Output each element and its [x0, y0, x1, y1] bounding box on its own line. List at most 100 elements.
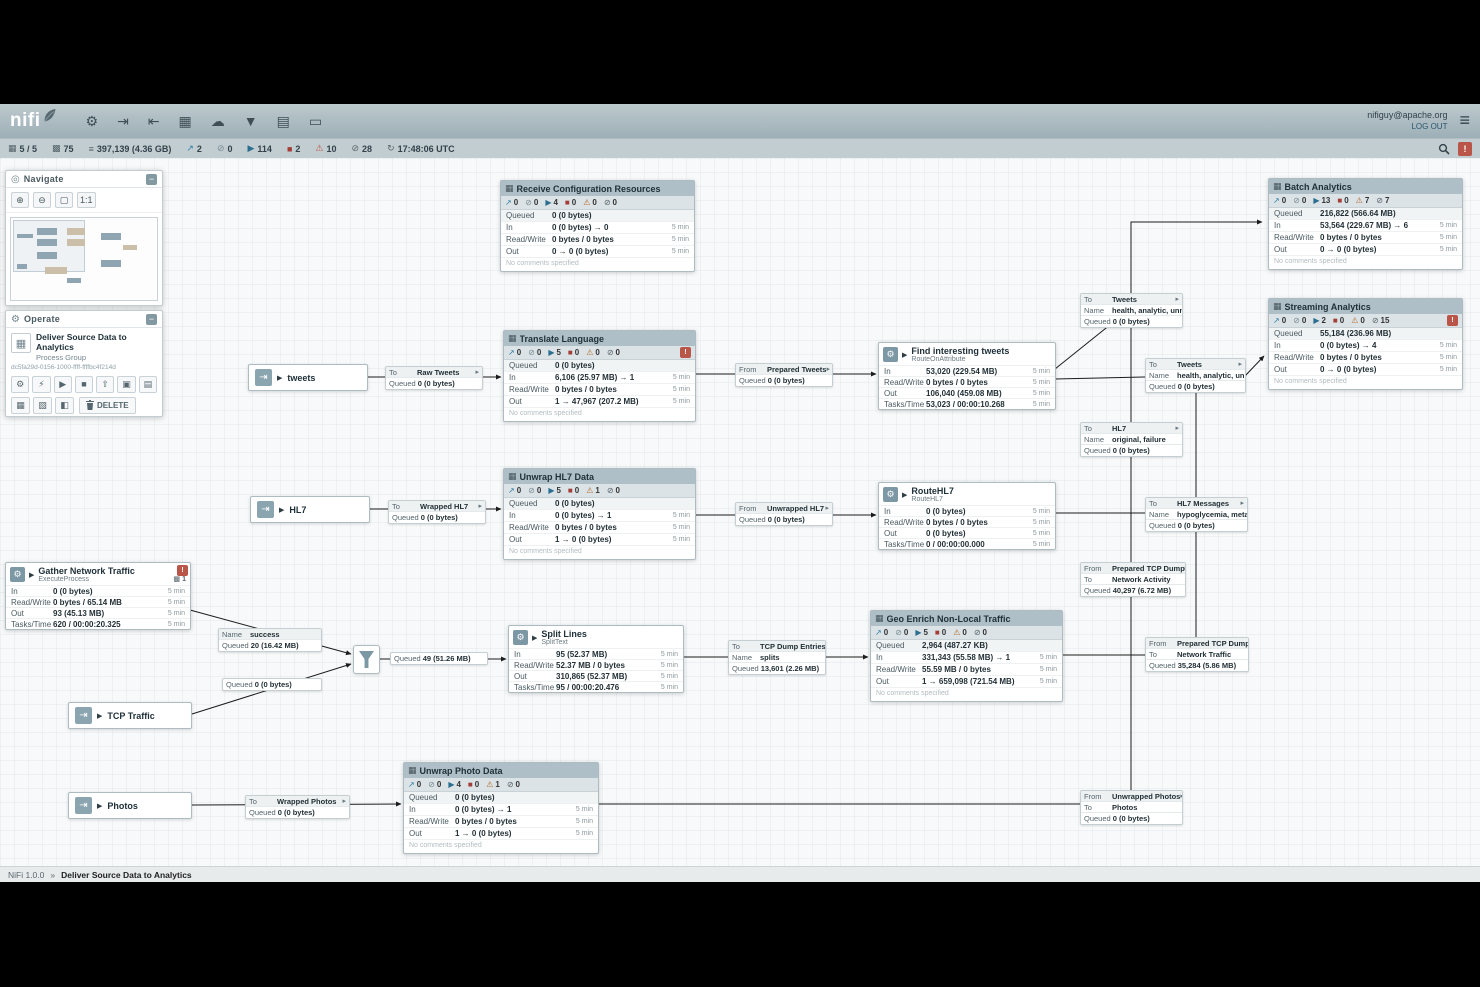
expand-icon[interactable]: ▸	[1238, 360, 1242, 368]
stat-transmitting: ↗0	[1273, 196, 1286, 205]
zoom-actual-button[interactable]: 1:1	[77, 192, 96, 208]
connection-label-tcp-queue[interactable]: Queued0 (0 bytes)	[222, 678, 322, 691]
search-button[interactable]	[1438, 143, 1450, 155]
connection-label-funnel-queue[interactable]: Queued49 (51.26 MB)	[390, 652, 488, 665]
configure-button[interactable]: ⚙	[11, 376, 29, 393]
zoom-out-button[interactable]: ⊖	[33, 192, 51, 208]
input-port-hl7[interactable]: ⇥▶HL7	[250, 496, 370, 523]
connection-label-to-wrapped-photos[interactable]: ToWrapped Photos▸Queued0 (0 bytes)	[245, 795, 350, 819]
global-menu-button[interactable]: ≡	[1459, 110, 1470, 131]
connection-detail-key: Queued	[394, 654, 421, 663]
process-group-streaming-analytics[interactable]: ▦Streaming Analytics↗0⊘0▶2■0⚠0⊘15!Queued…	[1268, 298, 1463, 390]
stat-value: 53,023 / 00:00:10.268	[926, 400, 1029, 409]
connection-label-prepared-tcp-network-activity[interactable]: FromPrepared TCP Dump▸ToNetwork Activity…	[1080, 562, 1186, 597]
connection-detail-row: ToTweets▸	[1146, 359, 1245, 370]
connection-detail-value: 0 (0 bytes)	[278, 808, 315, 817]
bulletin-icon[interactable]: !	[680, 347, 691, 358]
connection-detail-row: Queued0 (0 bytes)	[1146, 520, 1247, 531]
funnel-icon[interactable]: ▼	[244, 114, 258, 128]
output-port-icon[interactable]: ⇤	[148, 114, 160, 128]
connection-label-from-prepared-tweets[interactable]: FromPrepared Tweets▸Queued0 (0 bytes)	[735, 363, 833, 387]
connection-detail-key: Queued	[1084, 317, 1111, 326]
connection-detail-row: FromPrepared Tweets▸	[736, 364, 832, 375]
connection-detail-value: 0 (0 bytes)	[1178, 521, 1215, 530]
logout-link[interactable]: LOG OUT	[1367, 122, 1447, 132]
expand-icon[interactable]: ▸	[826, 365, 830, 373]
processor-gather-network-traffic[interactable]: ⚙▶Gather Network TrafficExecuteProcess!▩…	[5, 562, 191, 630]
connection-detail-value: 0 (0 bytes)	[255, 680, 292, 689]
process-group-icon[interactable]: ▦	[179, 114, 192, 128]
connection-label-to-hl7[interactable]: ToHL7▸Nameoriginal, failureQueued0 (0 by…	[1080, 422, 1183, 457]
start-button[interactable]: ▶	[54, 376, 72, 393]
connection-detail-row: Queued0 (0 bytes)	[389, 512, 485, 523]
connection-label-from-unwrapped-photos[interactable]: FromUnwrapped Photos▸ToPhotosQueued0 (0 …	[1080, 790, 1183, 825]
expand-icon[interactable]: ▸	[342, 797, 346, 805]
fill-color-button[interactable]: ◧	[55, 397, 74, 414]
stat-label: In	[876, 653, 922, 662]
expand-icon[interactable]: ▸	[478, 502, 482, 510]
stat-row-out: Out1 → 47,967 (207.2 MB)5 min	[504, 396, 695, 408]
minimap[interactable]	[10, 217, 158, 301]
ungroup-button[interactable]: ▧	[33, 397, 52, 414]
process-group-translate-language[interactable]: ▦Translate Language↗0⊘0▶5■0⚠0⊘0!Queued0 …	[503, 330, 696, 422]
zoom-in-button[interactable]: ⊕	[11, 192, 29, 208]
processor-routehl7[interactable]: ⚙▶RouteHL7RouteHL7In0 (0 bytes)5 minRead…	[878, 482, 1056, 550]
zoom-fit-button[interactable]: ▢	[55, 192, 73, 208]
stat-row-readwrite: Read/Write0 bytes / 0 bytes5 min	[1269, 232, 1462, 244]
breadcrumb-current[interactable]: Deliver Source Data to Analytics	[61, 870, 192, 880]
navigate-collapse-button[interactable]: −	[146, 174, 157, 185]
expand-icon[interactable]: ▸	[1175, 424, 1179, 432]
input-port-tcp-traffic[interactable]: ⇥▶TCP Traffic	[68, 702, 192, 729]
template-icon[interactable]: ▤	[277, 114, 290, 128]
input-port-photos[interactable]: ⇥▶Photos	[68, 792, 192, 819]
input-port-tweets[interactable]: ⇥▶tweets	[248, 364, 368, 391]
processor-find-interesting-tweets[interactable]: ⚙▶Find interesting tweetsRouteOnAttribut…	[878, 342, 1056, 410]
process-group-header: ▦Unwrap HL7 Data	[504, 469, 695, 484]
connection-line[interactable]	[1245, 356, 1264, 376]
stat-time-window: 5 min	[168, 610, 185, 617]
process-group-geo-enrich-non-local-traffic[interactable]: ▦Geo Enrich Non-Local Traffic↗0⊘0▶5■0⚠0⊘…	[870, 610, 1063, 702]
input-port-icon[interactable]: ⇥	[117, 114, 129, 128]
connection-label-to-tweets-streaming[interactable]: ToTweets▸Namehealth, analytic, unmatched…	[1145, 358, 1246, 393]
process-group-batch-analytics[interactable]: ▦Batch Analytics↗0⊘0▶13■0⚠7⊘7Queued216,8…	[1268, 178, 1463, 270]
group-button[interactable]: ▦	[11, 397, 30, 414]
bulletin-board-button[interactable]: !	[1458, 142, 1472, 156]
expand-icon[interactable]: ▸	[1180, 792, 1182, 800]
expand-icon[interactable]: ▸	[475, 368, 479, 376]
process-group-receive-configuration-resources[interactable]: ▦Receive Configuration Resources↗0⊘0▶4■0…	[500, 180, 695, 272]
label-icon[interactable]: ▭	[309, 114, 322, 128]
connection-label-from-unwrapped-hl7[interactable]: FromUnwrapped HL7▸Queued0 (0 bytes)	[735, 502, 833, 526]
process-group-name: Geo Enrich Non-Local Traffic	[887, 614, 1011, 624]
stat-value: 95 (52.37 MB)	[556, 650, 657, 659]
copy-button[interactable]: ▣	[117, 376, 135, 393]
delete-button[interactable]: DELETE	[79, 397, 136, 414]
navigate-panel-header: ◎ Navigate −	[6, 171, 162, 188]
connection-label-to-wrapped-hl7[interactable]: ToWrapped HL7▸Queued0 (0 bytes)	[388, 500, 486, 524]
stat-row-queued: Queued2,964 (487.27 KB)	[871, 640, 1062, 652]
process-group-unwrap-photo-data[interactable]: ▦Unwrap Photo Data↗0⊘0▶4■0⚠1⊘0Queued0 (0…	[403, 762, 599, 854]
expand-icon[interactable]: ▸	[1240, 499, 1244, 507]
connection-label-to-tweets-batch[interactable]: ToTweets▸Namehealth, analytic, unmatched…	[1080, 293, 1183, 328]
enable-button[interactable]: ⚡	[32, 376, 50, 393]
create-template-button[interactable]: ⇧	[96, 376, 114, 393]
connection-label-to-raw-tweets[interactable]: ToRaw Tweets▸Queued0 (0 bytes)	[385, 366, 483, 390]
stat-running-count: 5	[556, 348, 560, 357]
flow-canvas[interactable]: ▦Receive Configuration Resources↗0⊘0▶4■0…	[0, 158, 1480, 866]
connection-label-to-tcp-dump-entries[interactable]: ToTCP Dump Entries▸NamesplitsQueued13,60…	[728, 640, 826, 675]
operate-collapse-button[interactable]: −	[146, 314, 157, 325]
stop-button[interactable]: ■	[75, 376, 93, 393]
connection-label-prepared-tcp-network-traffic[interactable]: FromPrepared TCP Dump▸ToNetwork TrafficQ…	[1145, 637, 1249, 672]
expand-icon[interactable]: ▸	[825, 504, 829, 512]
processor-icon[interactable]: ⚙	[86, 114, 99, 128]
connection-label-to-hl7-messages[interactable]: ToHL7 Messages▸Namehypoglycemia, metabol…	[1145, 497, 1248, 532]
paste-button[interactable]: ▤	[139, 376, 157, 393]
processor-split-lines[interactable]: ⚙▶Split LinesSplitTextIn95 (52.37 MB)5 m…	[508, 625, 684, 693]
stat-row-taskstime: Tasks/Time95 / 00:00:20.4765 min	[509, 681, 683, 692]
process-group-unwrap-hl7-data[interactable]: ▦Unwrap HL7 Data↗0⊘0▶5■0⚠1⊘0Queued0 (0 b…	[503, 468, 696, 560]
expand-icon[interactable]: ▸	[1175, 295, 1179, 303]
invalid-icon: ⚠	[583, 198, 590, 207]
bulletin-icon[interactable]: !	[1447, 315, 1458, 326]
connection-label-success-queue[interactable]: NamesuccessQueued20 (16.42 MB)	[218, 628, 322, 652]
remote-process-group-icon[interactable]: ☁	[211, 114, 225, 128]
funnel[interactable]	[353, 645, 380, 674]
